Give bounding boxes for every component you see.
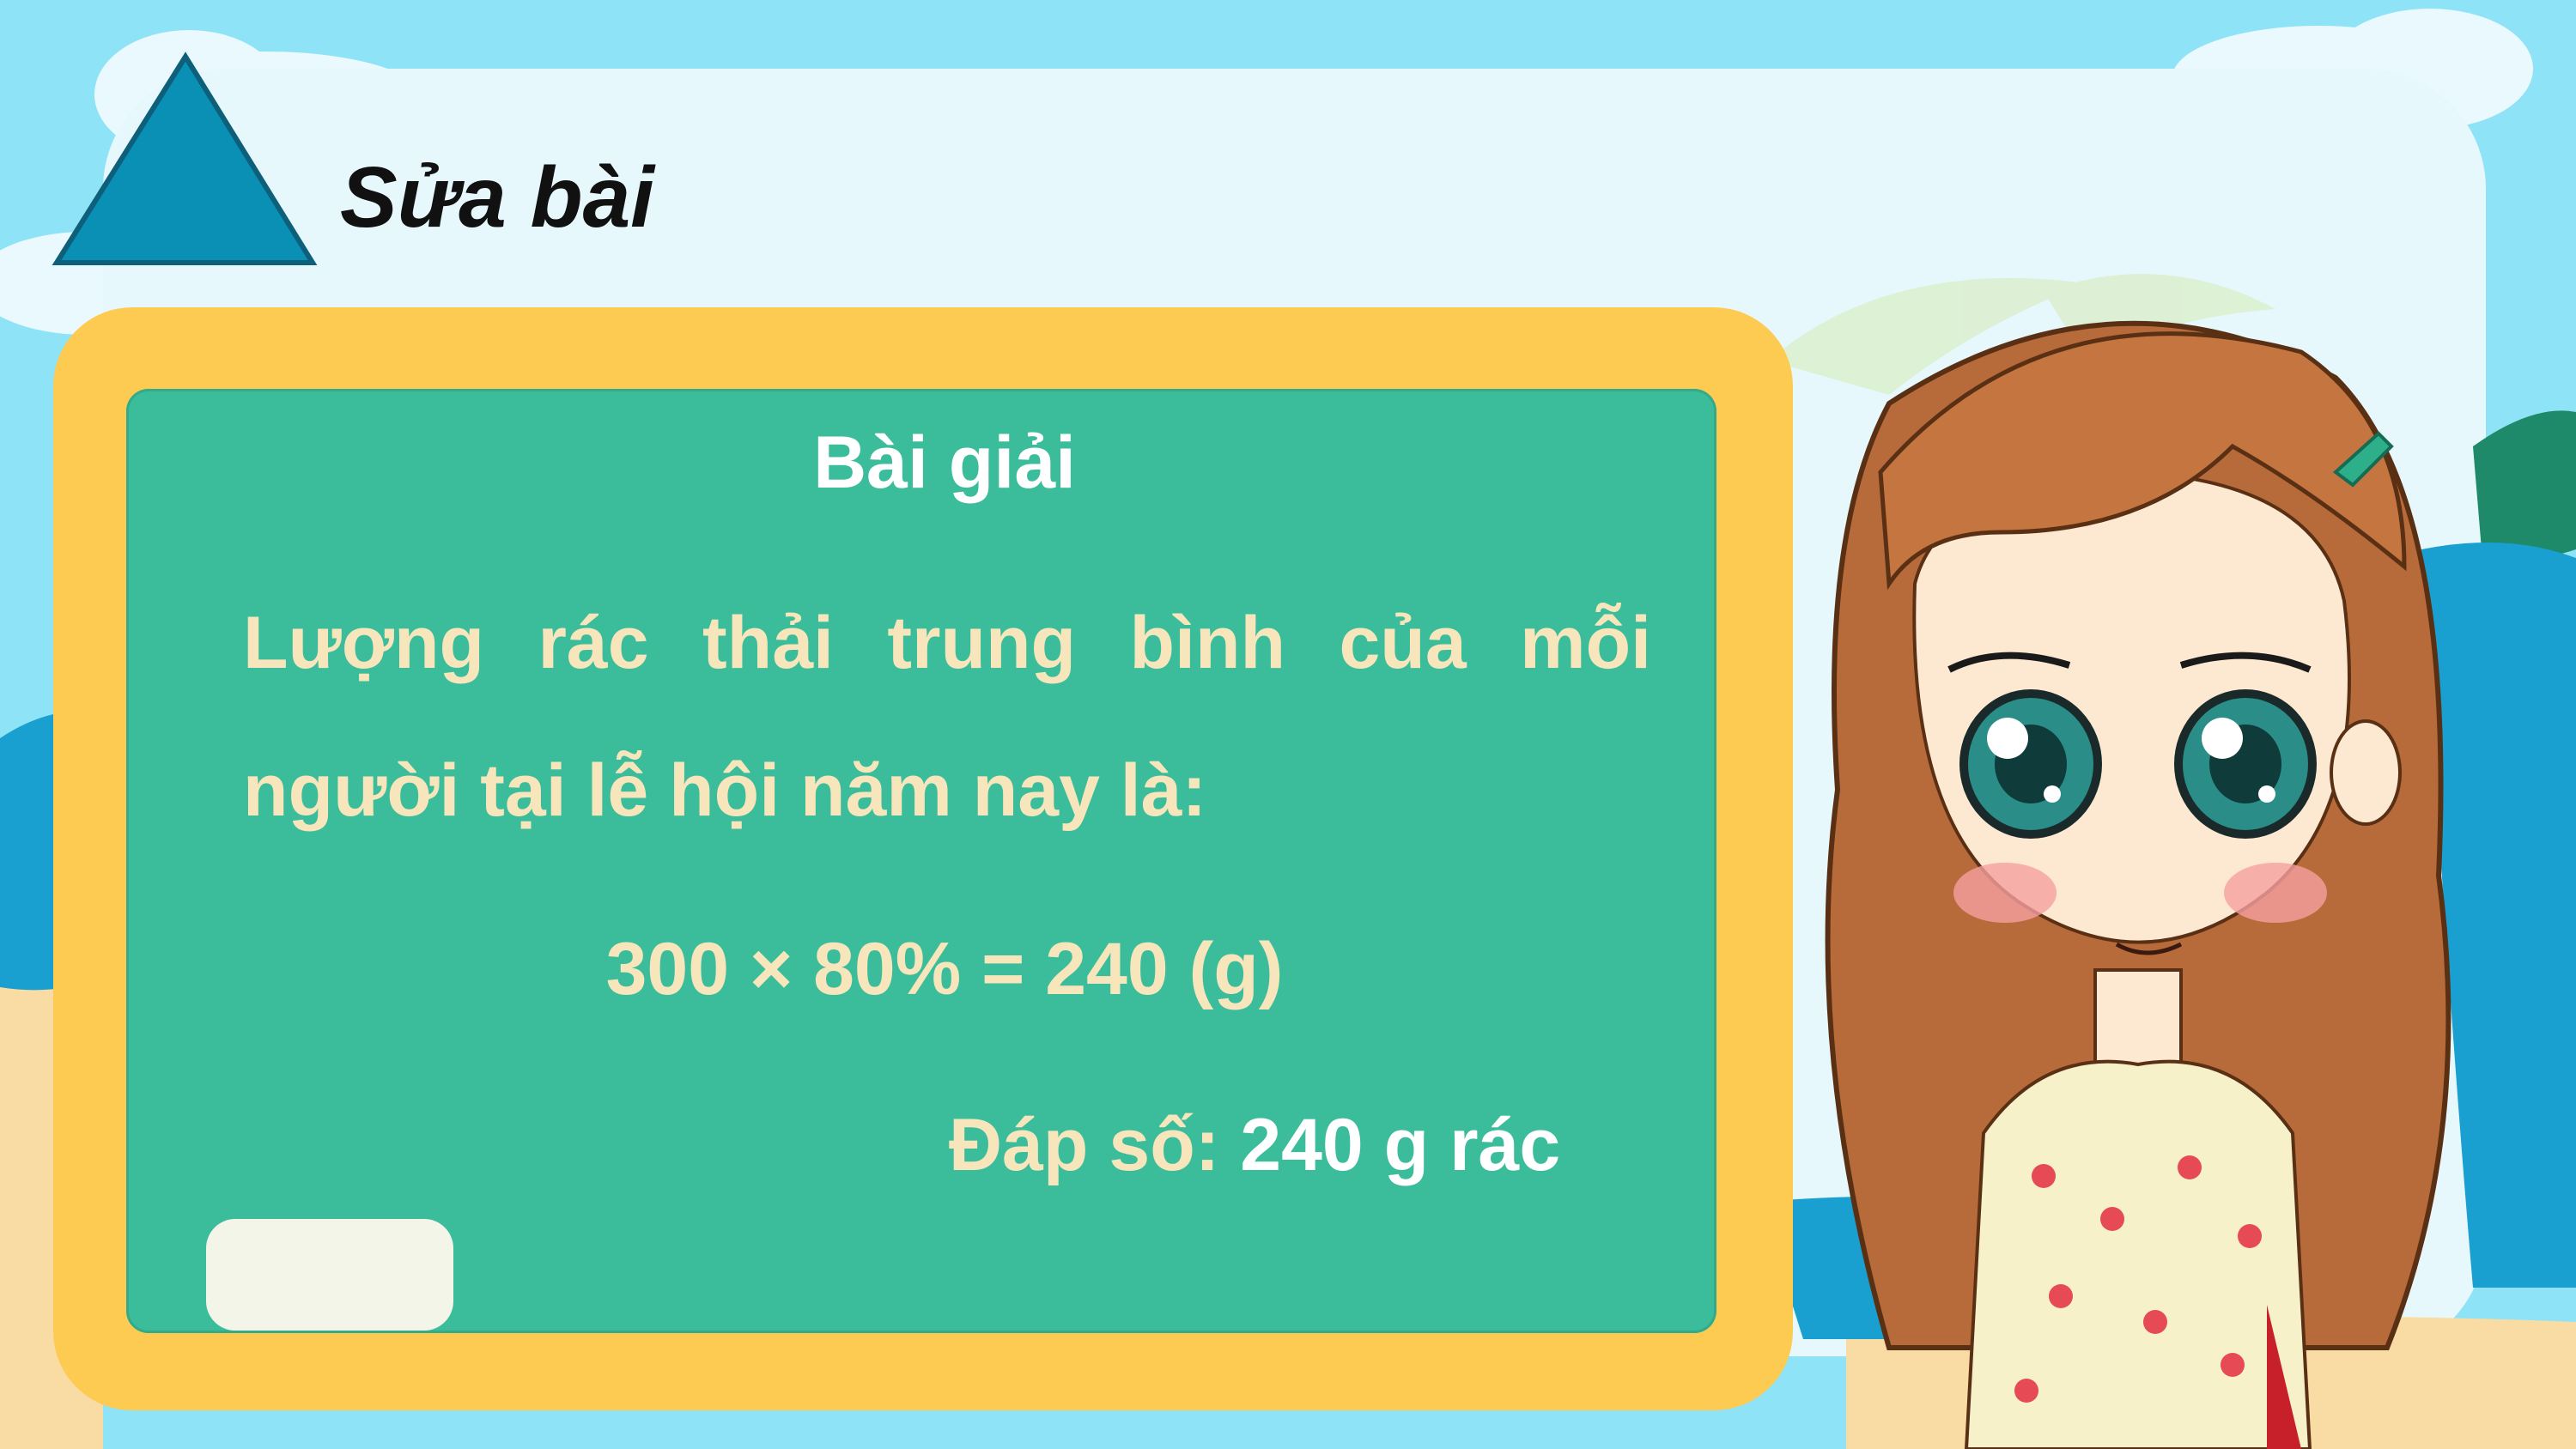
answer-label: Đáp số: [949, 1104, 1241, 1186]
answer-value: 240 g rác [1240, 1104, 1561, 1186]
girl-character-illustration [1825, 320, 2451, 1449]
solution-line-1: Lượng rác thải trung bình của mỗi [243, 602, 1651, 684]
solution-heading: Bài giải [813, 421, 1076, 504]
triangle-icon [52, 52, 318, 265]
solution-line-2: người tại lễ hội năm nay là: [243, 749, 1207, 832]
page-title: Sửa bài [340, 149, 654, 246]
calculation: 300 × 80% = 240 (g) [605, 928, 1284, 1010]
eraser [206, 1219, 453, 1331]
final-answer: Đáp số: 240 g rác [949, 1103, 1560, 1188]
chalkboard [126, 389, 1716, 1333]
